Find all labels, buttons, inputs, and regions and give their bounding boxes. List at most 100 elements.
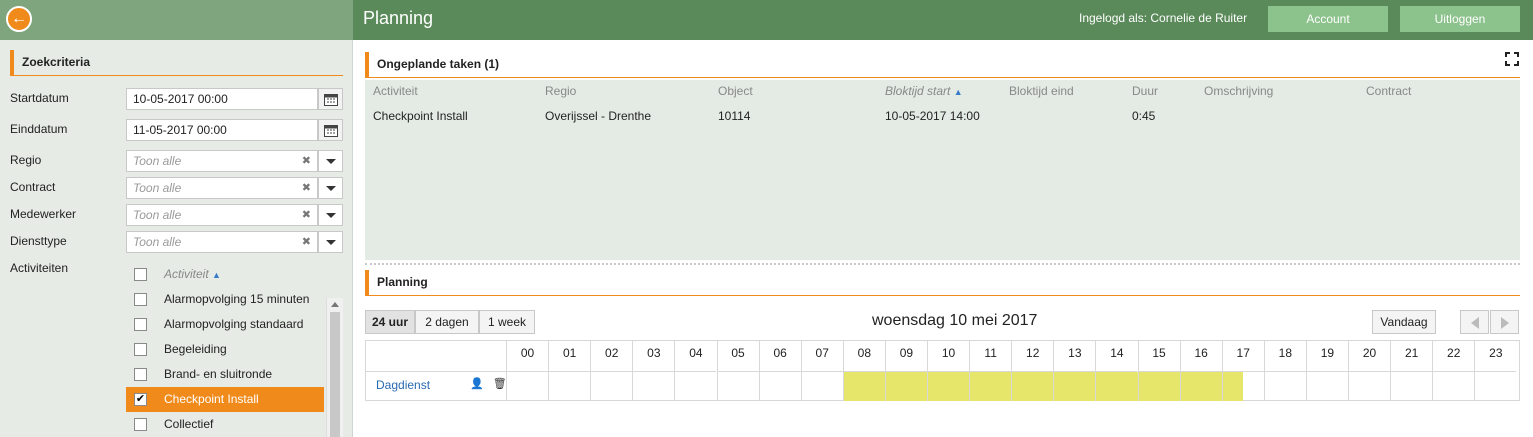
- calendar-icon: [324, 94, 338, 106]
- expand-icon[interactable]: [1505, 52, 1519, 66]
- activity-item[interactable]: Alarmopvolging 15 minuten: [126, 287, 324, 312]
- activity-item-label: Alarmopvolging standaard: [164, 317, 304, 331]
- scroll-up-icon[interactable]: [331, 302, 339, 307]
- activity-list: Activiteit ▲ Alarmopvolging 15 minuten A…: [126, 262, 343, 437]
- hour-cell[interactable]: [927, 371, 970, 401]
- hour-header: 18: [1263, 341, 1306, 371]
- top-bar-left: ←: [0, 0, 353, 40]
- hour-cell[interactable]: [1095, 371, 1138, 401]
- view-2-dagen-button[interactable]: 2 dagen: [415, 310, 479, 334]
- clear-icon[interactable]: ✖: [302, 232, 311, 252]
- hour-cell[interactable]: [1263, 371, 1306, 401]
- row-label-dagdienst[interactable]: Dagdienst: [376, 378, 430, 392]
- column-header-bloktijd-start[interactable]: Bloktijd start ▲: [885, 84, 963, 98]
- medewerker-dropdown-button[interactable]: [318, 204, 343, 226]
- activity-item[interactable]: Alarmopvolging standaard: [126, 312, 324, 337]
- hour-cell[interactable]: [800, 371, 843, 401]
- diensttype-select[interactable]: Toon alle ✖: [126, 231, 318, 253]
- top-bar: ← Planning Ingelogd als: Cornelie de Rui…: [0, 0, 1533, 40]
- column-header-bloktijd-eind[interactable]: Bloktijd eind: [1009, 84, 1074, 98]
- account-button[interactable]: Account: [1268, 6, 1388, 32]
- column-header-duur[interactable]: Duur: [1132, 84, 1158, 98]
- activity-checkbox[interactable]: [134, 368, 147, 381]
- activity-item-selected[interactable]: ✔ Checkpoint Install: [126, 387, 324, 412]
- hour-cell[interactable]: [1390, 371, 1433, 401]
- activity-scrollbar[interactable]: [326, 298, 343, 437]
- startdatum-calendar-button[interactable]: [318, 88, 343, 110]
- search-criteria-panel: Zoekcriteria Startdatum Einddatum Regio …: [0, 40, 353, 437]
- contract-label: Contract: [10, 180, 56, 194]
- activity-item[interactable]: Brand- en sluitronde: [126, 362, 324, 387]
- clear-icon[interactable]: ✖: [302, 151, 311, 171]
- einddatum-calendar-button[interactable]: [318, 119, 343, 141]
- hour-cell[interactable]: [1348, 371, 1391, 401]
- hour-cell[interactable]: [842, 371, 885, 401]
- column-header-activiteit[interactable]: Activiteit: [373, 84, 418, 98]
- diensttype-label: Diensttype: [10, 234, 67, 248]
- column-header-object[interactable]: Object: [718, 84, 753, 98]
- assign-person-icon[interactable]: 👤: [470, 378, 484, 390]
- activity-checkbox[interactable]: [134, 418, 147, 431]
- hour-cell[interactable]: [1179, 371, 1222, 401]
- contract-dropdown-button[interactable]: [318, 177, 343, 199]
- hour-cell[interactable]: [1432, 371, 1475, 401]
- hour-cell[interactable]: [758, 371, 801, 401]
- hour-cell[interactable]: [1011, 371, 1054, 401]
- previous-day-button[interactable]: [1460, 310, 1489, 334]
- hour-cell[interactable]: [548, 371, 591, 401]
- resize-divider[interactable]: [365, 263, 1520, 265]
- back-button[interactable]: ←: [6, 6, 32, 32]
- view-24-uur-button[interactable]: 24 uur: [365, 310, 415, 334]
- startdatum-label: Startdatum: [10, 91, 69, 105]
- hour-header: 04: [674, 341, 716, 371]
- regio-dropdown-button[interactable]: [318, 150, 343, 172]
- column-header-omschrijving[interactable]: Omschrijving: [1204, 84, 1273, 98]
- hour-cell[interactable]: [1137, 371, 1180, 401]
- hour-cell[interactable]: [884, 371, 927, 401]
- hour-header: 23: [1474, 341, 1516, 371]
- next-day-button[interactable]: [1490, 310, 1519, 334]
- view-1-week-button[interactable]: 1 week: [479, 310, 535, 334]
- activity-item[interactable]: Collectief: [126, 412, 324, 437]
- hour-header: 08: [842, 341, 885, 371]
- logout-button[interactable]: Uitloggen: [1400, 6, 1520, 32]
- diensttype-dropdown-button[interactable]: [318, 231, 343, 253]
- hour-cell[interactable]: [1221, 371, 1264, 401]
- clear-icon[interactable]: ✖: [302, 178, 311, 198]
- today-button[interactable]: Vandaag: [1372, 310, 1436, 334]
- hour-cell[interactable]: [506, 371, 549, 401]
- activiteiten-label: Activiteiten: [10, 261, 69, 275]
- startdatum-field[interactable]: [126, 88, 318, 110]
- sort-asc-icon: ▲: [953, 87, 963, 97]
- activity-checkbox-checked[interactable]: ✔: [134, 393, 147, 406]
- activity-column-header[interactable]: Activiteit ▲: [164, 262, 221, 288]
- activity-item[interactable]: Begeleiding: [126, 337, 324, 362]
- logged-in-label: Ingelogd als: Cornelie de Ruiter: [1079, 11, 1248, 25]
- activity-checkbox[interactable]: [134, 318, 147, 331]
- regio-select[interactable]: Toon alle ✖: [126, 150, 318, 172]
- hour-cell[interactable]: [1305, 371, 1348, 401]
- hour-cell[interactable]: [969, 371, 1012, 401]
- activity-checkbox[interactable]: [134, 343, 147, 356]
- hour-cell[interactable]: [1053, 371, 1096, 401]
- einddatum-field[interactable]: [126, 119, 318, 141]
- hour-cell[interactable]: [1474, 371, 1517, 401]
- activity-checkbox[interactable]: [134, 293, 147, 306]
- hour-cell[interactable]: [674, 371, 717, 401]
- select-all-checkbox[interactable]: [134, 268, 147, 281]
- hour-header: 01: [548, 341, 590, 371]
- contract-select[interactable]: Toon alle ✖: [126, 177, 318, 199]
- medewerker-select[interactable]: Toon alle ✖: [126, 204, 318, 226]
- trash-icon[interactable]: 🗑: [493, 378, 507, 390]
- column-header-regio[interactable]: Regio: [545, 84, 576, 98]
- cell-activiteit[interactable]: Checkpoint Install: [373, 109, 468, 123]
- clear-icon[interactable]: ✖: [302, 205, 311, 225]
- sort-asc-icon: ▲: [212, 270, 221, 280]
- regio-label: Regio: [10, 153, 42, 167]
- scroll-thumb[interactable]: [330, 312, 340, 437]
- hour-cell[interactable]: [716, 371, 759, 401]
- hour-cell[interactable]: [590, 371, 633, 401]
- hour-cell[interactable]: [632, 371, 675, 401]
- column-header-contract[interactable]: Contract: [1366, 84, 1411, 98]
- main-content: Ongeplande taken (1) Activiteit Regio Ob…: [353, 40, 1533, 437]
